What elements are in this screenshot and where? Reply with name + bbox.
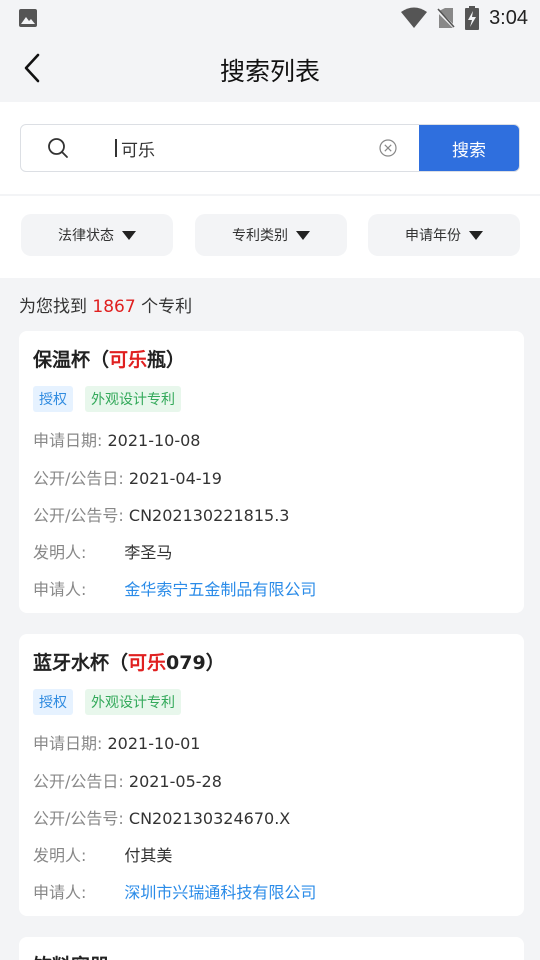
title-highlight: 可乐 bbox=[109, 349, 148, 371]
applicant-link[interactable]: 金华索宁五金制品有限公司 bbox=[124, 580, 316, 599]
app-bar: 搜索列表 bbox=[0, 36, 540, 100]
status-tag: 授权 bbox=[33, 689, 73, 715]
caret-down-icon bbox=[469, 231, 483, 240]
search-area: 搜索 bbox=[0, 102, 540, 194]
status-time: 3:04 bbox=[489, 6, 528, 29]
filter-patent-type[interactable]: 专利类别 bbox=[195, 214, 347, 256]
apply-date-row: 申请日期: 2021-10-01 bbox=[33, 734, 201, 753]
patent-card[interactable]: 饮料容器 bbox=[19, 937, 524, 960]
battery-charging-icon bbox=[465, 6, 480, 30]
search-button[interactable]: 搜索 bbox=[419, 125, 519, 171]
pub-date-row: 公开/公告日: 2021-05-28 bbox=[33, 772, 222, 791]
filter-apply-year[interactable]: 申请年份 bbox=[368, 214, 520, 256]
filter-label: 专利类别 bbox=[232, 228, 288, 244]
image-notification-icon bbox=[19, 9, 37, 27]
pub-no-row: 公开/公告号: CN202130221815.3 bbox=[33, 506, 290, 525]
title-highlight: 可乐 bbox=[128, 652, 167, 674]
wifi-icon bbox=[401, 7, 428, 28]
patent-card[interactable]: 保温杯（可乐瓶） 授权 外观设计专利 申请日期: 2021-10-08 公开/公… bbox=[19, 331, 524, 613]
inventor-row: 发明人: 付其美 bbox=[33, 846, 173, 865]
applicant-row: 申请人: 深圳市兴瑞通科技有限公司 bbox=[33, 883, 317, 902]
caret-down-icon bbox=[296, 231, 310, 240]
pub-date-row: 公开/公告日: 2021-04-19 bbox=[33, 469, 222, 488]
search-input[interactable] bbox=[121, 125, 373, 171]
applicant-link[interactable]: 深圳市兴瑞通科技有限公司 bbox=[124, 883, 316, 902]
clear-icon[interactable] bbox=[379, 139, 397, 157]
result-count-number: 1867 bbox=[92, 297, 136, 317]
type-tag: 外观设计专利 bbox=[85, 386, 181, 412]
applicant-row: 申请人: 金华索宁五金制品有限公司 bbox=[33, 580, 317, 599]
patent-title: 保温杯（可乐瓶） bbox=[33, 349, 186, 371]
no-sim-icon bbox=[437, 8, 456, 29]
patent-title: 蓝牙水杯（可乐079） bbox=[33, 652, 225, 674]
status-tag: 授权 bbox=[33, 386, 73, 412]
pub-no-row: 公开/公告号: CN202130324670.X bbox=[33, 809, 291, 828]
status-bar: 3:04 bbox=[0, 0, 540, 36]
result-count: 为您找到 1867 个专利 bbox=[19, 297, 193, 317]
patent-card[interactable]: 蓝牙水杯（可乐079） 授权 外观设计专利 申请日期: 2021-10-01 公… bbox=[19, 634, 524, 916]
search-box: 搜索 bbox=[20, 124, 520, 172]
search-icon bbox=[48, 138, 68, 158]
type-tag: 外观设计专利 bbox=[85, 689, 181, 715]
caret-down-icon bbox=[122, 231, 136, 240]
patent-title: 饮料容器 bbox=[33, 951, 109, 960]
inventor-row: 发明人: 李圣马 bbox=[33, 543, 173, 562]
filter-legal-status[interactable]: 法律状态 bbox=[21, 214, 173, 256]
filter-bar: 法律状态 专利类别 申请年份 bbox=[0, 196, 540, 278]
filter-label: 法律状态 bbox=[58, 228, 114, 244]
search-divider bbox=[115, 139, 117, 157]
tag-list: 授权 外观设计专利 bbox=[33, 689, 181, 715]
tag-list: 授权 外观设计专利 bbox=[33, 386, 181, 412]
apply-date-row: 申请日期: 2021-10-08 bbox=[33, 431, 201, 450]
page-title: 搜索列表 bbox=[219, 57, 320, 86]
filter-label: 申请年份 bbox=[405, 228, 461, 244]
